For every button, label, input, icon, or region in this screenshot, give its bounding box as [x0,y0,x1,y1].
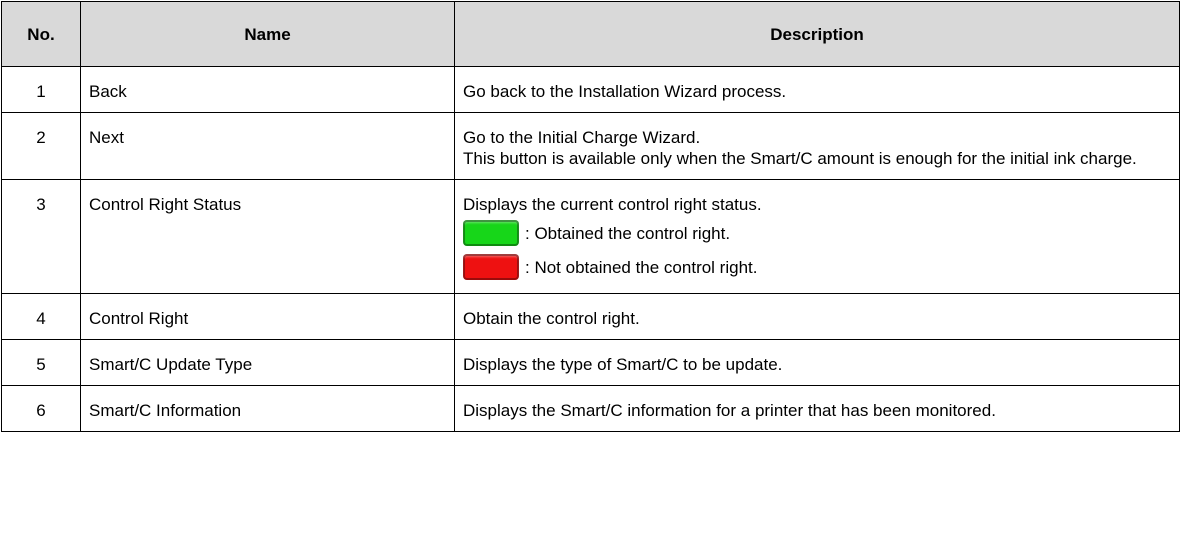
row-description: Obtain the control right. [454,293,1180,340]
description-line: This button is available only when the S… [463,149,1137,168]
row-name: Next [80,112,455,180]
row-number: 5 [1,339,81,386]
row-name: Control Right Status [80,179,455,294]
row-number: 6 [1,385,81,432]
row-name: Back [80,66,455,113]
status-legend-label: : Obtained the control right. [525,223,731,243]
table-row: 5 Smart/C Update Type Displays the type … [1,339,1180,386]
description-table: No. Name Description 1 Back Go back to t… [1,1,1180,432]
description-line: Go to the Initial Charge Wizard. [463,128,701,147]
header-name: Name [80,1,455,67]
header-no: No. [1,1,81,67]
table-row: 4 Control Right Obtain the control right… [1,293,1180,340]
table-header-row: No. Name Description [1,1,1180,67]
description-line: Go back to the Installation Wizard proce… [463,82,787,101]
description-line: Displays the type of Smart/C to be updat… [463,355,783,374]
description-line: Obtain the control right. [463,309,640,328]
row-name: Smart/C Information [80,385,455,432]
row-number: 1 [1,66,81,113]
row-description: Go to the Initial Charge Wizard. This bu… [454,112,1180,180]
row-number: 3 [1,179,81,294]
row-description: Displays the type of Smart/C to be updat… [454,339,1180,386]
table-row: 1 Back Go back to the Installation Wizar… [1,66,1180,113]
green-status-indicator-icon [463,220,519,246]
table-row: 6 Smart/C Information Displays the Smart… [1,385,1180,432]
row-description: Displays the Smart/C information for a p… [454,385,1180,432]
description-line: Displays the current control right statu… [463,195,762,214]
row-number: 2 [1,112,81,180]
row-number: 4 [1,293,81,340]
row-description: Go back to the Installation Wizard proce… [454,66,1180,113]
row-name: Smart/C Update Type [80,339,455,386]
status-legend-not-obtained: : Not obtained the control right. [463,251,1171,283]
description-line: Displays the Smart/C information for a p… [463,401,996,420]
row-name: Control Right [80,293,455,340]
status-legend-label: : Not obtained the control right. [525,257,758,277]
red-status-indicator-icon [463,254,519,280]
status-legend-obtained: : Obtained the control right. [463,217,1171,249]
table-row: 3 Control Right Status Displays the curr… [1,179,1180,294]
header-description: Description [454,1,1180,67]
row-description: Displays the current control right statu… [454,179,1180,294]
table-row: 2 Next Go to the Initial Charge Wizard. … [1,112,1180,180]
